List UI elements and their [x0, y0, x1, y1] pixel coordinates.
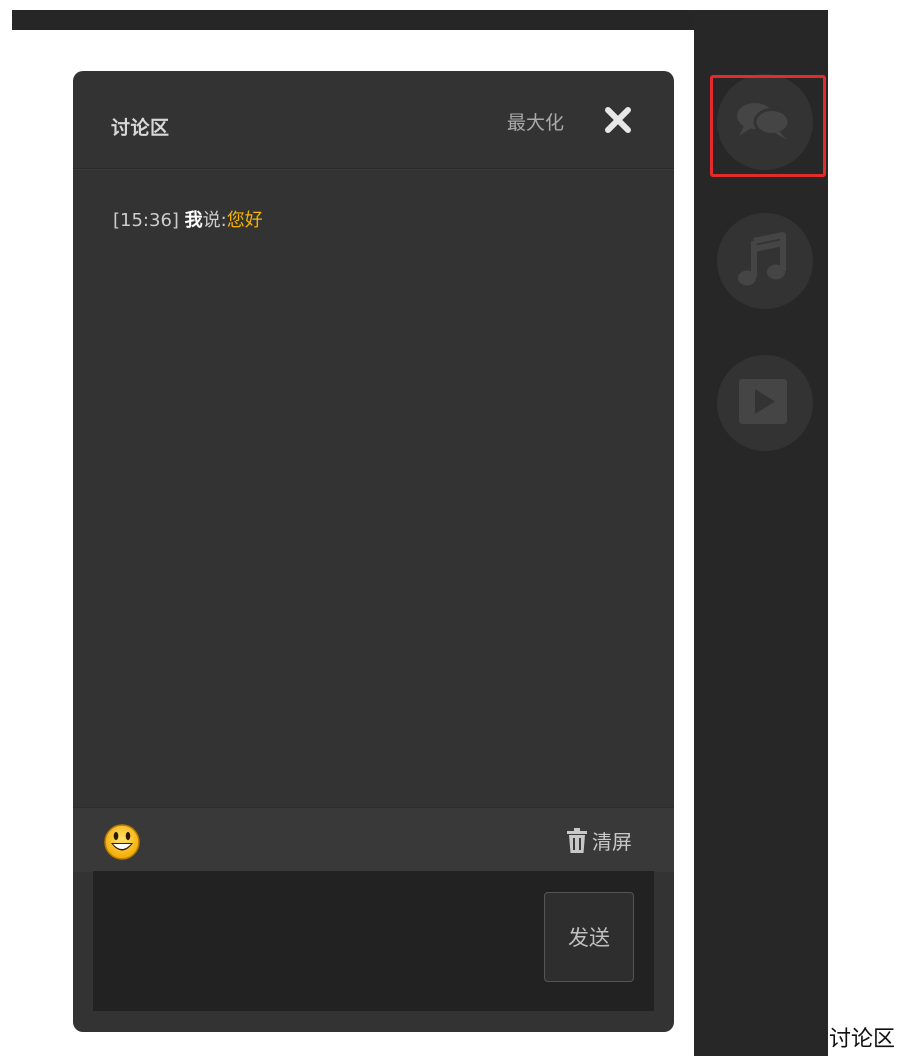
play-icon — [739, 379, 787, 424]
sidebar-item-video[interactable] — [717, 355, 813, 451]
top-bar — [12, 10, 695, 30]
chat-input[interactable] — [93, 871, 533, 1011]
clear-screen-button[interactable]: 清屏 — [566, 826, 632, 855]
panel-title: 讨论区 — [111, 117, 170, 139]
sidebar-item-chat[interactable] — [717, 74, 813, 170]
input-area: 发送 — [93, 871, 654, 1011]
sidebar-item-music[interactable] — [717, 213, 813, 309]
send-button[interactable]: 发送 — [544, 892, 634, 982]
discussion-panel: 讨论区 最大化 [15:36] 我说:您好 清屏 发送 — [73, 71, 674, 1032]
message-list[interactable]: [15:36] 我说:您好 — [73, 169, 674, 807]
input-toolbar: 清屏 — [73, 807, 674, 872]
message-text: 您好 — [226, 210, 263, 231]
trash-icon — [567, 827, 587, 853]
panel-header: 讨论区 最大化 — [73, 71, 674, 169]
message-time: [15:36] — [113, 210, 179, 231]
maximize-button[interactable]: 最大化 — [507, 108, 564, 135]
message-said: 说: — [202, 210, 227, 231]
close-icon[interactable] — [603, 105, 633, 135]
chat-bubbles-icon — [737, 103, 791, 140]
panel-caption: 讨论区 — [829, 1027, 896, 1052]
message-sender: 我 — [184, 210, 203, 231]
clear-screen-label: 清屏 — [592, 830, 632, 854]
message-item: [15:36] 我说:您好 — [113, 206, 263, 232]
music-note-icon — [738, 232, 786, 286]
emoji-icon[interactable] — [103, 823, 141, 861]
